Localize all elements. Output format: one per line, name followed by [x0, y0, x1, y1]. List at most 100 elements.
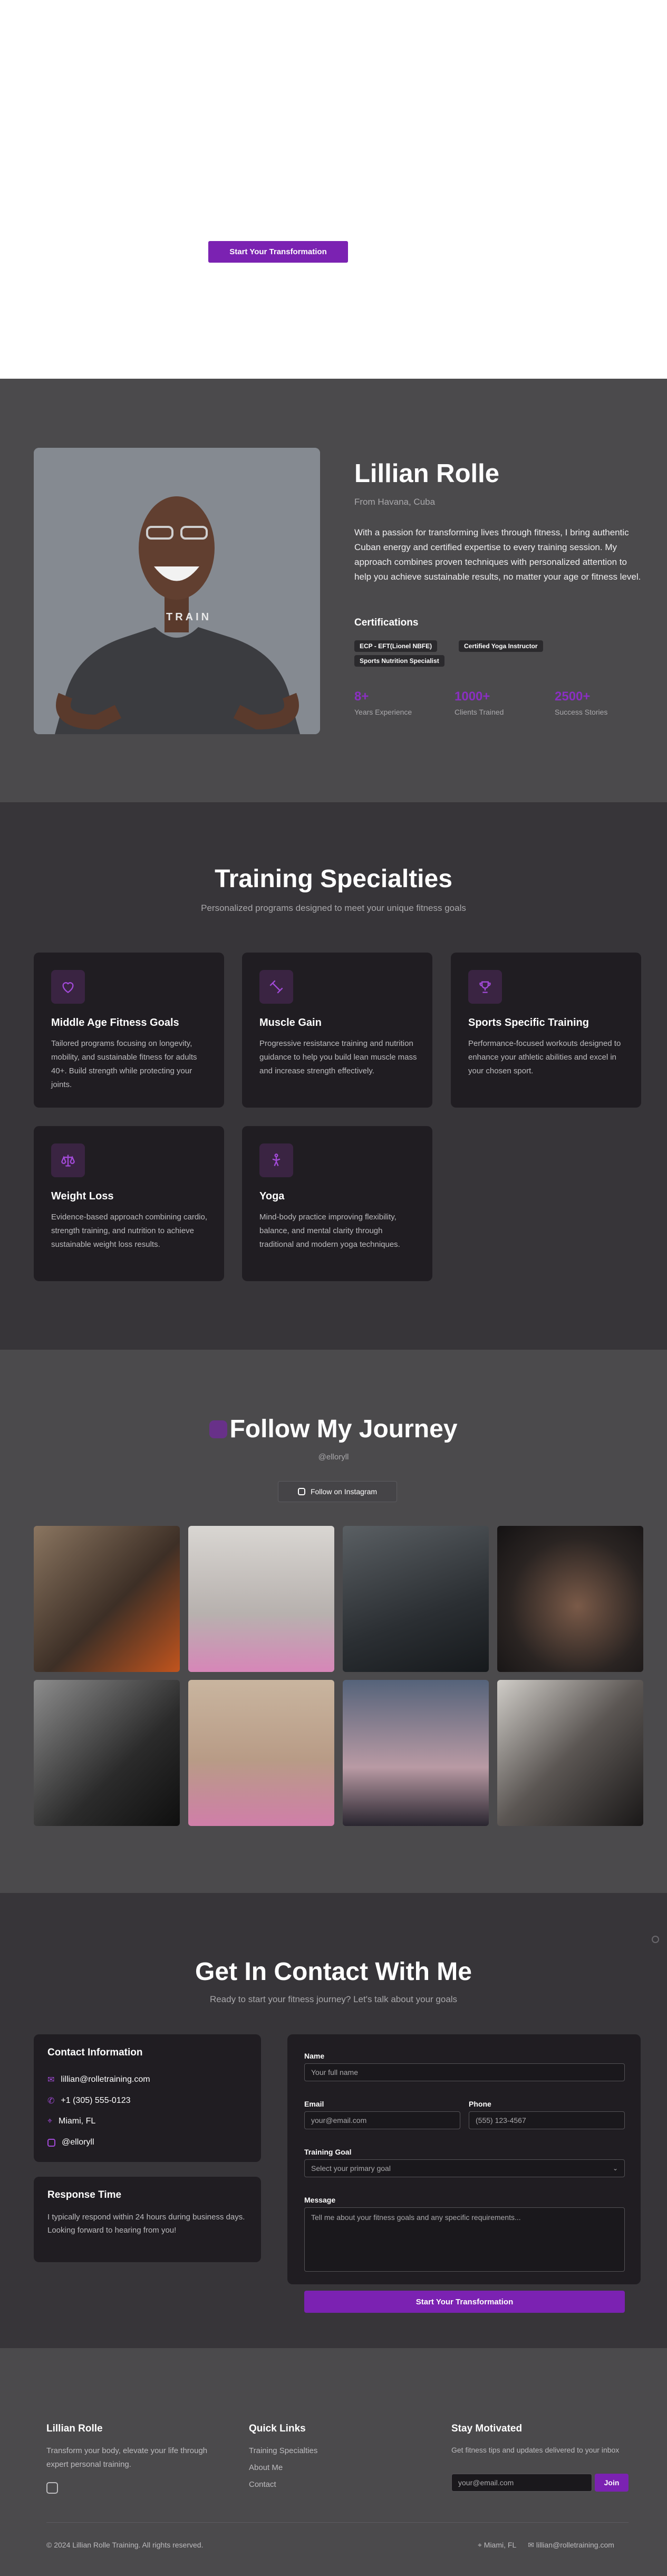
copyright: © 2024 Lillian Rolle Training. All right…	[46, 2541, 204, 2549]
sparkle-icon	[652, 1936, 659, 1943]
footer-tagline: Transform your body, elevate your life t…	[46, 2446, 208, 2469]
response-time-heading: Response Time	[47, 2189, 122, 2200]
stat-value: 1000+	[455, 689, 490, 704]
response-time-text: I typically respond within 24 hours duri…	[47, 2213, 245, 2235]
about-section: TRAIN Lillian Rolle From Havana, Cuba Wi…	[0, 379, 667, 802]
specialty-card[interactable]: Weight Loss Evidence-based approach comb…	[34, 1126, 224, 1281]
hero-cta-button[interactable]: Start Your Transformation	[208, 241, 348, 263]
specialties-section: Training Specialties Personalized progra…	[0, 802, 667, 1350]
specialty-card[interactable]: Yoga Mind-body practice improving flexib…	[242, 1126, 432, 1281]
map-pin-icon: ⌖	[478, 2541, 484, 2549]
contact-section: Get In Contact With Me Ready to start yo…	[0, 1893, 667, 2348]
phone-label: Phone	[469, 2100, 491, 2108]
goal-select[interactable]: Select your primary goal ⌄	[304, 2159, 625, 2177]
contact-instagram: @elloryll	[62, 2138, 94, 2147]
shirt-text: TRAIN	[166, 611, 212, 623]
email-input[interactable]: your@email.com	[304, 2111, 460, 2129]
footer-links-heading: Quick Links	[249, 2423, 306, 2434]
contact-phone-link[interactable]: ✆ +1 (305) 555-0123	[47, 2096, 131, 2106]
stat-label: Success Stories	[555, 708, 608, 716]
name-input[interactable]: Your full name	[304, 2063, 625, 2081]
specialty-title: Yoga	[259, 1190, 285, 1202]
contact-email-link[interactable]: ✉ lillian@rolletraining.com	[47, 2074, 150, 2085]
certification-badge: Certified Yoga Instructor	[459, 640, 543, 652]
certification-badge: Sports Nutrition Specialist	[354, 655, 444, 667]
stat-label: Years Experience	[354, 708, 412, 716]
trainer-bio: With a passion for transforming lives th…	[354, 527, 641, 582]
specialty-desc: Performance-focused workouts designed to…	[468, 1039, 621, 1075]
specialty-title: Sports Specific Training	[468, 1017, 589, 1029]
newsletter-text: Get fitness tips and updates delivered t…	[451, 2446, 620, 2454]
name-label: Name	[304, 2052, 325, 2060]
contact-phone: +1 (305) 555-0123	[61, 2096, 131, 2105]
trainer-name: Lillian Rolle	[354, 459, 499, 488]
footer-brand: Lillian Rolle	[46, 2423, 103, 2434]
contact-form: Name Your full name Email your@email.com…	[287, 2034, 641, 2284]
contact-email: lillian@rolletraining.com	[61, 2075, 150, 2084]
contact-subtitle: Ready to start your fitness journey? Let…	[209, 1994, 458, 2004]
map-pin-icon: ⌖	[47, 2117, 53, 2126]
specialty-title: Weight Loss	[51, 1190, 114, 1202]
specialty-desc: Mind-body practice improving flexibility…	[259, 1213, 400, 1249]
contact-location: Miami, FL	[59, 2117, 96, 2126]
certifications-heading: Certifications	[354, 617, 419, 628]
specialty-card[interactable]: Muscle Gain Progressive resistance train…	[242, 953, 432, 1108]
response-time-panel: Response Time I typically respond within…	[34, 2177, 261, 2262]
goal-select-value: Select your primary goal	[311, 2164, 391, 2173]
newsletter-email-input[interactable]: your@email.com	[451, 2474, 592, 2492]
specialties-title: Training Specialties	[215, 865, 452, 893]
instagram-handle: @elloryll	[318, 1453, 349, 1462]
contact-instagram-link[interactable]: @elloryll	[47, 2138, 94, 2147]
instagram-photo[interactable]	[343, 1680, 489, 1826]
instagram-icon	[297, 1488, 305, 1495]
submit-button[interactable]: Start Your Transformation	[304, 2291, 625, 2313]
specialty-desc: Evidence-based approach combining cardio…	[51, 1213, 208, 1249]
message-textarea[interactable]: Tell me about your fitness goals and any…	[304, 2207, 625, 2272]
footer-location-text: Miami, FL	[484, 2541, 517, 2549]
newsletter-heading: Stay Motivated	[451, 2423, 523, 2434]
message-label: Message	[304, 2196, 336, 2204]
mail-icon: ✉	[47, 2075, 55, 2084]
instagram-photo[interactable]	[188, 1526, 334, 1672]
instagram-photo[interactable]	[497, 1680, 643, 1826]
specialty-title: Muscle Gain	[259, 1017, 322, 1029]
footer-email-link[interactable]: ✉ lillian@rolletraining.com	[528, 2541, 614, 2550]
contact-info-panel: Contact Information ✉ lillian@rolletrain…	[34, 2034, 261, 2162]
instagram-photo[interactable]	[343, 1526, 489, 1672]
trainer-portrait: TRAIN	[34, 448, 320, 734]
footer-email-text: lillian@rolletraining.com	[536, 2541, 614, 2549]
instagram-photo[interactable]	[188, 1680, 334, 1826]
yoga-icon	[259, 1143, 293, 1177]
footer-link-about[interactable]: About Me	[249, 2461, 283, 2475]
instagram-photo[interactable]	[497, 1526, 643, 1672]
goal-label: Training Goal	[304, 2148, 352, 2156]
instagram-icon	[47, 2138, 55, 2147]
hero-section: Start Your Transformation	[0, 0, 667, 379]
footer-link-specialties[interactable]: Training Specialties	[249, 2444, 317, 2458]
specialties-subtitle: Personalized programs designed to meet y…	[201, 903, 466, 913]
follow-instagram-button[interactable]: Follow on Instagram	[278, 1481, 397, 1502]
footer-instagram-icon[interactable]	[46, 2482, 58, 2494]
stat-value: 2500+	[555, 689, 591, 704]
instagram-photo[interactable]	[34, 1680, 180, 1826]
mail-icon: ✉	[528, 2541, 536, 2549]
journey-title: Follow My Journey	[229, 1415, 458, 1443]
footer-contact-row: ⌖ Miami, FL ✉ lillian@rolletraining.com	[478, 2541, 614, 2550]
phone-input[interactable]: (555) 123-4567	[469, 2111, 625, 2129]
phone-icon: ✆	[47, 2097, 55, 2106]
instagram-photo[interactable]	[34, 1526, 180, 1672]
contact-info-heading: Contact Information	[47, 2047, 143, 2058]
specialty-card[interactable]: Middle Age Fitness Goals Tailored progra…	[34, 953, 224, 1108]
dumbbell-icon	[259, 970, 293, 1004]
stat-label: Clients Trained	[455, 708, 504, 716]
trainer-origin: From Havana, Cuba	[354, 497, 436, 507]
trophy-icon	[468, 970, 502, 1004]
newsletter-join-button[interactable]: Join	[595, 2474, 629, 2492]
specialty-desc: Tailored programs focusing on longevity,…	[51, 1039, 197, 1089]
footer-divider	[46, 2522, 629, 2523]
footer-location: ⌖ Miami, FL	[478, 2541, 516, 2550]
instagram-icon	[209, 1420, 228, 1438]
journey-section: Follow My Journey @elloryll Follow on In…	[0, 1350, 667, 1893]
specialty-card[interactable]: Sports Specific Training Performance-foc…	[451, 953, 641, 1108]
footer-link-contact[interactable]: Contact	[249, 2478, 276, 2492]
